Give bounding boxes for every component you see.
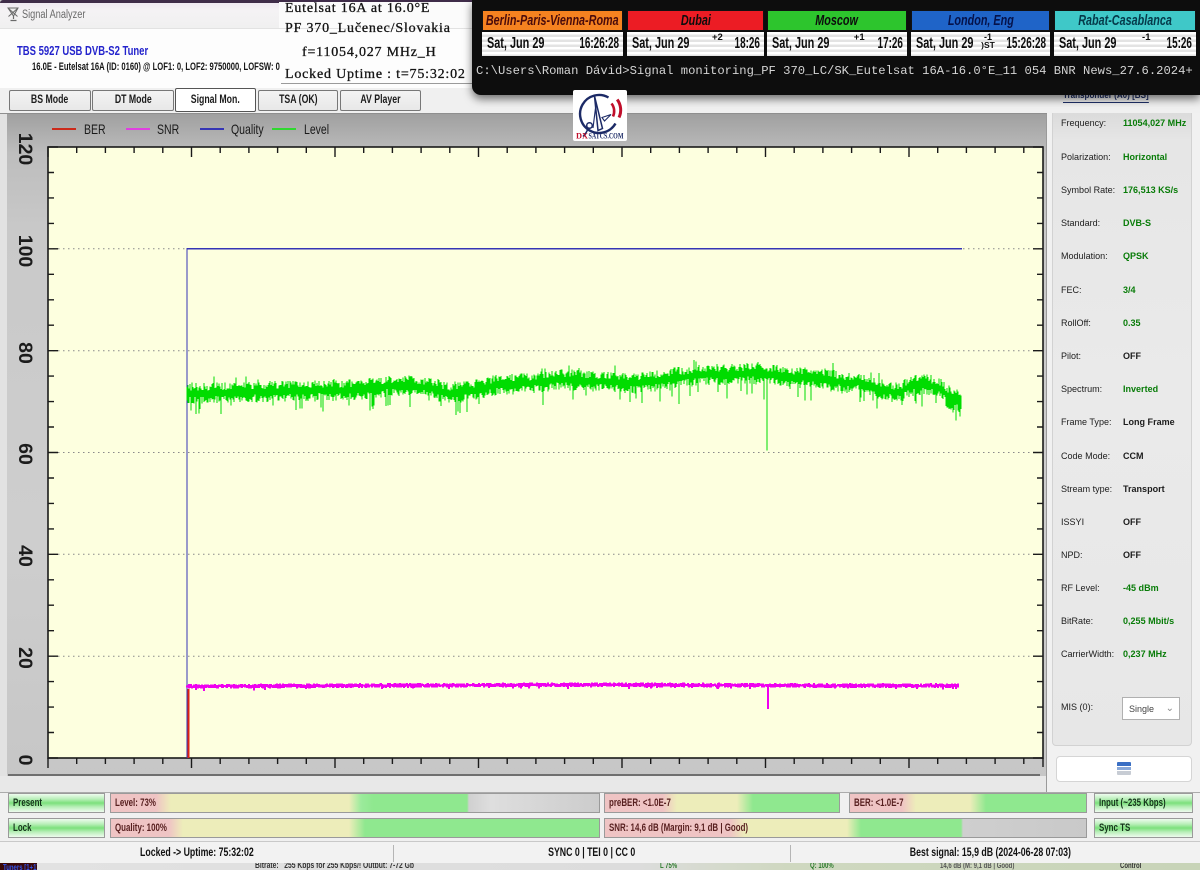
svg-text:SATCS.COM: SATCS.COM bbox=[589, 132, 624, 141]
svg-text:100: 100 bbox=[14, 235, 36, 268]
svg-text:20: 20 bbox=[14, 647, 36, 669]
svg-text:0: 0 bbox=[14, 755, 36, 766]
svg-text:60: 60 bbox=[14, 443, 36, 465]
svg-text:DX: DX bbox=[576, 132, 588, 141]
svg-text:80: 80 bbox=[14, 342, 36, 364]
svg-text:120: 120 bbox=[14, 133, 36, 166]
svg-text:40: 40 bbox=[14, 545, 36, 567]
